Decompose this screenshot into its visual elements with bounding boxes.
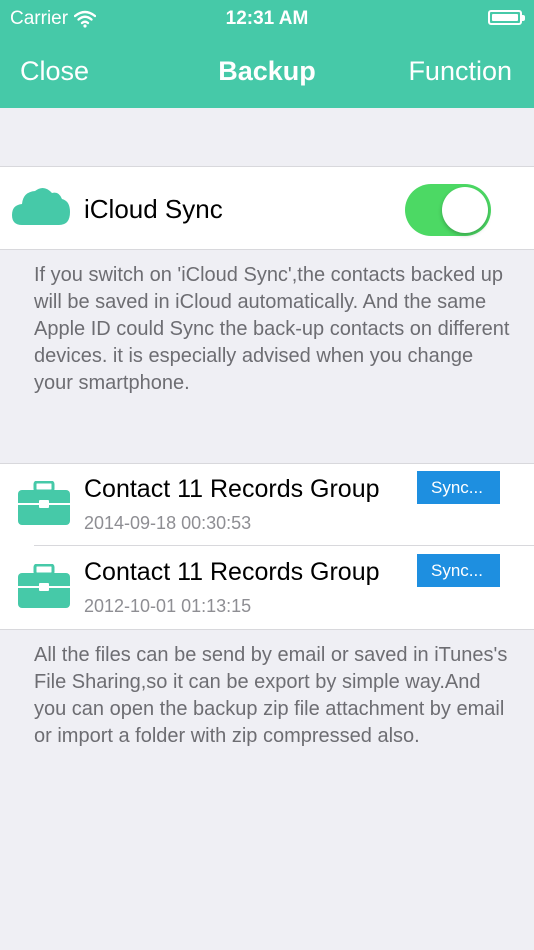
status-bar: Carrier 12:31 AM: [0, 0, 534, 36]
icloud-sync-toggle[interactable]: [405, 184, 491, 236]
file-sharing-note: All the files can be send by email or sa…: [34, 644, 508, 747]
briefcase-icon: [18, 481, 70, 525]
record-title: Contact 11 Records Group: [84, 475, 380, 503]
toggle-knob: [442, 187, 488, 233]
icloud-sync-label: iCloud Sync: [84, 194, 223, 224]
status-time: 12:31 AM: [225, 8, 309, 29]
divider: [0, 629, 534, 630]
backup-records-list: Contact 11 Records Group 2014-09-18 00:3…: [0, 464, 534, 629]
sync-button[interactable]: Sync...: [417, 471, 500, 504]
battery-icon: [488, 10, 525, 25]
icloud-sync-row: iCloud Sync: [0, 167, 534, 249]
record-date: 2012-10-01 01:13:15: [84, 596, 252, 616]
list-item[interactable]: Contact 11 Records Group 2014-09-18 00:3…: [0, 464, 534, 546]
icloud-sync-description: If you switch on 'iCloud Sync',the conta…: [34, 264, 510, 394]
divider: [0, 249, 534, 250]
header: Carrier 12:31 AM Close Backup Function: [0, 0, 534, 108]
list-item[interactable]: Contact 11 Records Group 2012-10-01 01:1…: [0, 547, 534, 629]
nav-bar: Close Backup Function: [0, 36, 534, 108]
divider: [34, 545, 534, 546]
briefcase-icon: [18, 564, 70, 608]
function-button[interactable]: Function: [408, 56, 512, 87]
record-date: 2014-09-18 00:30:53: [84, 513, 252, 533]
sync-button[interactable]: Sync...: [417, 554, 500, 587]
record-title: Contact 11 Records Group: [84, 558, 380, 586]
cloud-icon: [12, 187, 70, 225]
